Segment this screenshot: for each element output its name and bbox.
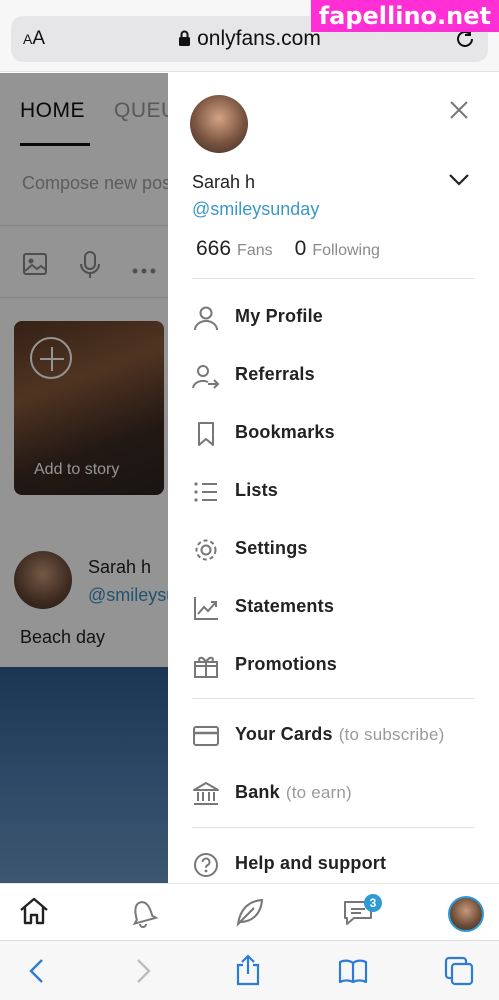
list-icon — [192, 478, 220, 506]
back-icon[interactable] — [28, 958, 46, 989]
close-icon[interactable] — [448, 99, 470, 126]
drawer-stats: 666 Fans 0 Following — [196, 237, 380, 261]
leaf-icon[interactable] — [234, 896, 266, 933]
bookmark-icon — [192, 420, 220, 448]
drawer-user-handle[interactable]: @smileysunday — [192, 199, 319, 220]
menu-item-bookmarks[interactable]: Bookmarks — [192, 413, 482, 453]
url-text: onlyfans.com — [197, 27, 321, 50]
menu-item-referrals[interactable]: Referrals — [192, 355, 482, 395]
menu-item-statements[interactable]: Statements — [192, 587, 482, 627]
divider — [192, 278, 475, 279]
app-bottom-nav: 3 — [0, 883, 499, 939]
lock-icon — [178, 29, 191, 53]
side-drawer: Sarah h @smileysunday 666 Fans 0 Following … — [168, 73, 499, 883]
menu-item-bank[interactable]: Bank (to earn) — [192, 773, 482, 813]
forward-icon[interactable] — [134, 958, 152, 989]
fans-label[interactable]: Fans — [237, 242, 273, 259]
fans-count[interactable]: 666 — [196, 237, 231, 260]
tabs-icon[interactable] — [444, 956, 474, 991]
menu-item-note: (to earn) — [285, 783, 352, 802]
avatar[interactable] — [448, 896, 484, 932]
home-icon[interactable] — [18, 896, 50, 931]
menu-item-lists[interactable]: Lists — [192, 471, 482, 511]
following-label[interactable]: Following — [312, 242, 380, 259]
reload-icon[interactable] — [454, 28, 476, 55]
following-count[interactable]: 0 — [295, 237, 307, 260]
help-icon — [192, 851, 220, 879]
bookmarks-icon[interactable] — [338, 958, 368, 989]
bell-icon[interactable] — [127, 896, 159, 933]
menu-item-settings[interactable]: Settings — [192, 529, 482, 569]
menu-item-note: (to subscribe) — [338, 725, 445, 744]
watermark: fapellino.net — [310, 0, 499, 32]
chevron-down-icon[interactable] — [448, 173, 470, 192]
gift-icon — [192, 652, 220, 680]
user-icon — [192, 304, 220, 332]
divider — [192, 698, 475, 699]
share-icon[interactable] — [234, 954, 262, 991]
menu-item-my-profile[interactable]: My Profile — [192, 297, 482, 337]
bank-icon — [192, 780, 220, 808]
gear-icon — [192, 536, 220, 564]
browser-toolbar — [0, 940, 499, 1000]
avatar[interactable] — [190, 95, 248, 153]
menu-item-promotions[interactable]: Promotions — [192, 645, 482, 685]
divider — [192, 827, 475, 828]
chart-icon — [192, 594, 220, 622]
referrals-icon — [192, 362, 220, 390]
menu-item-help-and-support[interactable]: Help and support — [192, 844, 482, 884]
messages-badge: 3 — [364, 894, 382, 912]
card-icon — [192, 722, 220, 750]
menu-item-your-cards[interactable]: Your Cards (to subscribe) — [192, 715, 482, 755]
drawer-user-name: Sarah h — [192, 172, 256, 192]
